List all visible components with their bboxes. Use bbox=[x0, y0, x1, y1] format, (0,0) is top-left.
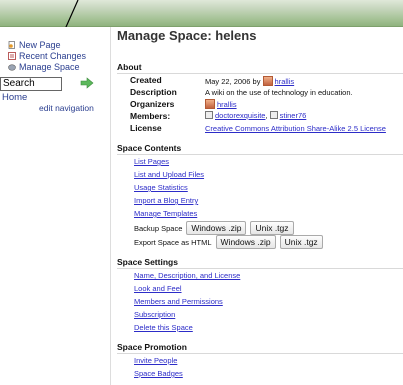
name-description-license-link[interactable]: Name, Description, and License bbox=[134, 271, 240, 280]
about-heading: About bbox=[117, 62, 142, 72]
members-label: Members: bbox=[130, 111, 171, 121]
backup-space-row: Backup Space Windows .zip Unix .tgz bbox=[134, 221, 294, 235]
delete-space-link[interactable]: Delete this Space bbox=[134, 323, 193, 332]
space-contents-divider bbox=[117, 154, 403, 155]
member-link-1[interactable]: doctorexquisite bbox=[215, 111, 265, 120]
created-label: Created bbox=[130, 75, 162, 85]
sidebar: New Page Recent Changes Manage Space Sea… bbox=[0, 27, 111, 385]
sidebar-item-recent-changes[interactable]: Recent Changes bbox=[8, 51, 86, 61]
member-link-2[interactable]: stiner76 bbox=[280, 111, 307, 120]
sidebar-item-manage-space[interactable]: Manage Space bbox=[8, 62, 80, 72]
created-by-user-link[interactable]: hrallis bbox=[275, 77, 295, 86]
organizer-avatar-icon bbox=[205, 99, 215, 109]
export-unix-tgz-button[interactable]: Unix .tgz bbox=[279, 235, 323, 249]
export-html-row: Export Space as HTML Windows .zip Unix .… bbox=[134, 235, 323, 249]
invite-people-link[interactable]: Invite People bbox=[134, 356, 177, 365]
search-input[interactable]: Search bbox=[0, 77, 62, 91]
backup-space-label: Backup Space bbox=[134, 223, 183, 233]
space-contents-heading: Space Contents bbox=[117, 143, 182, 153]
subscription-link[interactable]: Subscription bbox=[134, 310, 175, 319]
manage-space-icon bbox=[8, 64, 16, 71]
space-settings-heading: Space Settings bbox=[117, 257, 178, 267]
backup-unix-tgz-button[interactable]: Unix .tgz bbox=[250, 221, 294, 235]
page-title: Manage Space: helens bbox=[117, 28, 257, 43]
space-promotion-heading: Space Promotion bbox=[117, 342, 187, 352]
created-value: May 22, 2006 by hrallis bbox=[205, 76, 294, 86]
space-badges-link[interactable]: Space Badges bbox=[134, 369, 183, 378]
members-value: doctorexquisite, stiner76 bbox=[205, 111, 306, 120]
space-settings-divider bbox=[117, 268, 403, 269]
usage-statistics-link[interactable]: Usage Statistics bbox=[134, 183, 188, 192]
edit-navigation-link[interactable]: edit navigation bbox=[39, 103, 94, 113]
export-windows-zip-button[interactable]: Windows .zip bbox=[215, 235, 276, 249]
license-link[interactable]: Creative Commons Attribution Share-Alike… bbox=[205, 124, 386, 133]
created-date: May 22, 2006 by bbox=[205, 77, 261, 86]
recent-changes-label: Recent Changes bbox=[19, 51, 87, 61]
organizer-user-link[interactable]: hrallis bbox=[217, 100, 237, 109]
new-page-icon bbox=[8, 41, 15, 49]
backup-windows-zip-button[interactable]: Windows .zip bbox=[186, 221, 247, 235]
license-value: Creative Commons Attribution Share-Alike… bbox=[205, 124, 386, 133]
organizers-label: Organizers bbox=[130, 99, 175, 109]
description-label: Description bbox=[130, 87, 177, 97]
space-promotion-divider bbox=[117, 353, 403, 354]
import-blog-entry-link[interactable]: Import a Blog Entry bbox=[134, 196, 198, 205]
look-and-feel-link[interactable]: Look and Feel bbox=[134, 284, 182, 293]
members-permissions-link[interactable]: Members and Permissions bbox=[134, 297, 223, 306]
sidebar-item-new-page[interactable]: New Page bbox=[8, 40, 61, 50]
about-divider bbox=[117, 73, 403, 74]
export-html-label: Export Space as HTML bbox=[134, 237, 212, 247]
search-row: Search bbox=[0, 77, 110, 91]
description-value: A wiki on the use of technology in educa… bbox=[205, 88, 353, 97]
list-upload-files-link[interactable]: List and Upload Files bbox=[134, 170, 204, 179]
search-go-arrow-icon[interactable] bbox=[80, 76, 94, 90]
member-avatar-icon bbox=[269, 111, 278, 119]
user-avatar-icon bbox=[262, 76, 273, 86]
list-pages-link[interactable]: List Pages bbox=[134, 157, 169, 166]
recent-changes-icon bbox=[8, 52, 16, 60]
sidebar-home-link[interactable]: Home bbox=[2, 92, 27, 103]
manage-space-label: Manage Space bbox=[19, 62, 80, 72]
license-label: License bbox=[130, 123, 162, 133]
manage-templates-link[interactable]: Manage Templates bbox=[134, 209, 197, 218]
new-page-label: New Page bbox=[19, 40, 61, 50]
organizers-value: hrallis bbox=[205, 99, 237, 109]
top-banner bbox=[0, 0, 403, 27]
member-avatar-icon bbox=[205, 111, 213, 119]
